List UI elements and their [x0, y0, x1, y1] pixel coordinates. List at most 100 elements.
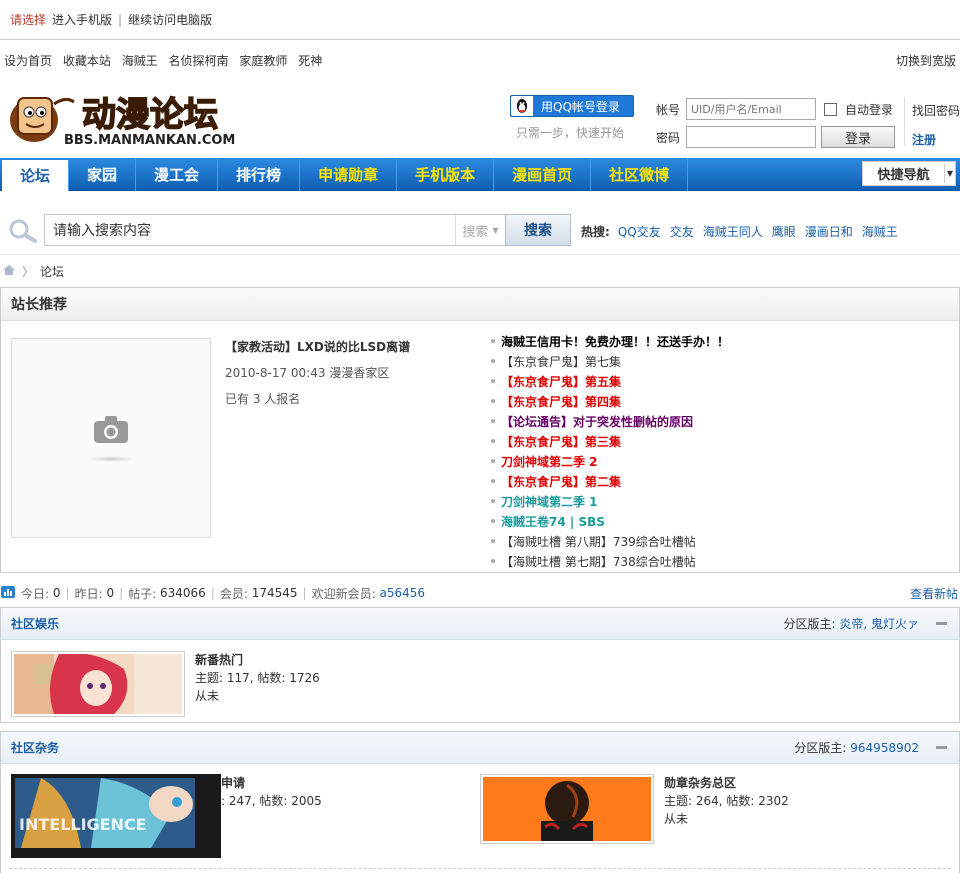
recommend-list-item[interactable]: 【东京食尸鬼】第三集 — [491, 431, 951, 451]
search-bar: 请输入搜索内容 搜索 ▼ 搜索 热搜: QQ交友 交友 海贼王同人 鹰眼 漫画日… — [0, 205, 960, 255]
forgot-password-link[interactable]: 找回密码 — [912, 102, 960, 119]
hot-search-link[interactable]: 鹰眼 — [772, 223, 796, 240]
qq-login-hint: 只需一步，快速开始 — [516, 126, 625, 140]
nav-mobile[interactable]: 手机版本 — [397, 157, 495, 191]
today-count: 0 — [52, 586, 61, 600]
recommend-link[interactable]: 【海贼吐槽 第八期】739综合吐槽帖 — [501, 533, 696, 550]
forum-item: INTELLIGENCE 申请 : 247, 帖数: 2005 — [11, 774, 322, 858]
hot-search-link[interactable]: 漫画日和 — [805, 223, 853, 240]
bullet-icon — [491, 559, 495, 563]
forum-name[interactable]: 新番热门 — [195, 651, 320, 669]
new-member-link[interactable]: a56456 — [379, 586, 425, 600]
site-logo[interactable]: 动漫论坛 BBS.MANMANKAN.COM — [4, 84, 244, 150]
nav-weibo[interactable]: 社区微博 — [591, 157, 689, 191]
choose-hint: 请选择 — [10, 13, 47, 27]
recommend-link[interactable]: 【海贼吐槽 第七期】738综合吐槽帖 — [501, 553, 696, 570]
recommend-list-item[interactable]: 海贼王信用卡！免费办理！！还送手办！！ — [491, 331, 951, 351]
recommend-list-item[interactable]: 【论坛通告】对于突发性删帖的原因 — [491, 411, 951, 431]
welcome-label: 欢迎新会员: — [311, 586, 376, 601]
auto-login-label: 自动登录 — [845, 102, 894, 117]
moderators-list[interactable]: 炎帝, 鬼灯火ァ — [839, 617, 919, 631]
hot-search-link[interactable]: 海贼王 — [862, 223, 898, 240]
account-label: 帐号 — [656, 102, 681, 117]
desktop-version-link[interactable]: 继续访问电脑版 — [128, 11, 212, 28]
search-button[interactable]: 搜索 — [505, 214, 571, 246]
recommend-list-item[interactable]: 海贼王卷74 | SBS — [491, 511, 951, 531]
section-title[interactable]: 社区杂务 — [11, 739, 59, 756]
account-input[interactable] — [686, 98, 816, 120]
forum-thumbnail[interactable] — [11, 651, 185, 717]
forum-thumbnail[interactable]: INTELLIGENCE — [11, 774, 221, 858]
home-icon[interactable] — [2, 264, 16, 279]
event-image[interactable] — [11, 338, 211, 538]
qq-login-button[interactable]: 用QQ帐号登录 — [510, 95, 634, 117]
recommend-list-item[interactable]: 【东京食尸鬼】第五集 — [491, 371, 951, 391]
password-input[interactable] — [686, 126, 816, 148]
collapse-icon[interactable] — [936, 746, 947, 749]
nav-ranking[interactable]: 排行榜 — [218, 157, 301, 191]
forum-name[interactable]: 勋章杂务总区 — [664, 774, 789, 792]
stats-chart-icon — [1, 585, 15, 601]
svg-text:INTELLIGENCE: INTELLIGENCE — [19, 815, 147, 834]
nav-forum[interactable]: 论坛 — [2, 159, 70, 191]
toplink-bleach[interactable]: 死神 — [298, 54, 322, 68]
mobile-version-link[interactable]: 进入手机版 — [52, 11, 112, 28]
recommend-list-item[interactable]: 【海贼吐槽 第八期】739综合吐槽帖 — [491, 531, 951, 551]
event-info: 【家教活动】LXD说的比LSD离谱 2010-8-17 00:43 漫漫香家区 … — [225, 338, 475, 416]
toplink-reborn[interactable]: 家庭教师 — [239, 54, 287, 68]
toplink-conan[interactable]: 名侦探柯南 — [169, 54, 229, 68]
hot-search-link[interactable]: QQ交友 — [618, 223, 661, 240]
login-button[interactable]: 登录 — [821, 126, 895, 148]
auto-login-checkbox[interactable]: 自动登录 — [824, 101, 893, 118]
recommend-link[interactable]: 海贼王信用卡！免费办理！！还送手办！！ — [501, 333, 729, 350]
recommend-list-item[interactable]: 【东京食尸鬼】第二集 — [491, 471, 951, 491]
collapse-icon[interactable] — [936, 622, 947, 625]
recommend-list-item[interactable]: 【海贼吐槽 第七期】738综合吐槽帖 — [491, 551, 951, 571]
bullet-icon — [491, 539, 495, 543]
hot-search-link[interactable]: 交友 — [670, 223, 694, 240]
nav-apply-medal[interactable]: 申请勋章 — [300, 157, 398, 191]
section-header: 社区杂务 分区版主: 964958902 — [1, 732, 959, 764]
checkbox-box[interactable] — [824, 102, 837, 116]
forum-name[interactable]: 申请 — [221, 774, 322, 792]
forum-last-post: 从未 — [195, 689, 220, 703]
recommend-list-item[interactable]: 【东京食尸鬼】第七集 — [491, 351, 951, 371]
chevron-down-icon: ▼ — [946, 169, 954, 178]
forum-thumbnail[interactable] — [480, 774, 654, 844]
recommend-link[interactable]: 【东京食尸鬼】第二集 — [501, 473, 621, 490]
search-type-select[interactable]: 搜索 ▼ — [455, 215, 505, 245]
bookmark-link[interactable]: 收藏本站 — [63, 54, 111, 68]
recommend-link[interactable]: 【东京食尸鬼】第四集 — [501, 393, 621, 410]
recommend-link[interactable]: 【东京食尸鬼】第七集 — [501, 353, 621, 370]
toplink-onepiece[interactable]: 海贼王 — [122, 54, 158, 68]
recommend-link[interactable]: 海贼王卷74 | SBS — [501, 513, 605, 530]
register-link[interactable]: 注册 — [912, 131, 936, 148]
nav-comic-home[interactable]: 漫画首页 — [494, 157, 592, 191]
recommend-link[interactable]: 【论坛通告】对于突发性删帖的原因 — [501, 413, 693, 430]
breadcrumb-forum[interactable]: 论坛 — [40, 263, 64, 280]
switch-wide-link[interactable]: 切换到宽版 — [896, 52, 956, 70]
nav-guild[interactable]: 漫工会 — [136, 157, 219, 191]
event-title[interactable]: 【家教活动】LXD说的比LSD离谱 — [225, 338, 475, 355]
section-moderators: 分区版主: 964958902 — [794, 739, 919, 756]
recommend-box: 站长推荐 【家教活动】LXD说的比LSD离谱 2010-8-17 00:43 漫… — [0, 287, 960, 573]
recommend-list-item[interactable]: 【东京食尸鬼】第四集 — [491, 391, 951, 411]
bullet-icon — [491, 419, 495, 423]
search-input[interactable]: 请输入搜索内容 搜索 ▼ — [44, 214, 506, 246]
section-title[interactable]: 社区娱乐 — [11, 615, 59, 632]
recommend-link[interactable]: 刀剑神域第二季 1 — [501, 493, 598, 510]
top-links: 设为首页 收藏本站 海贼王 名侦探柯南 家庭教师 死神 切换到宽版 — [0, 52, 960, 70]
moderators-list[interactable]: 964958902 — [850, 741, 919, 755]
recommend-link[interactable]: 【东京食尸鬼】第三集 — [501, 433, 621, 450]
quick-nav-button[interactable]: 快捷导航 ▼ — [862, 161, 956, 186]
view-new-posts-link[interactable]: 查看新帖 — [910, 585, 958, 602]
recommend-list-item[interactable]: 刀剑神域第二季 1 — [491, 491, 951, 511]
set-homepage-link[interactable]: 设为首页 — [4, 54, 52, 68]
forum-last-post: 从未 — [664, 812, 689, 826]
moderators-label: 分区版主: — [783, 617, 836, 631]
recommend-list-item[interactable]: 刀剑神域第二季 2 — [491, 451, 951, 471]
recommend-link[interactable]: 刀剑神域第二季 2 — [501, 453, 598, 470]
nav-home[interactable]: 家园 — [69, 157, 137, 191]
recommend-link[interactable]: 【东京食尸鬼】第五集 — [501, 373, 621, 390]
hot-search-link[interactable]: 海贼王同人 — [703, 223, 763, 240]
